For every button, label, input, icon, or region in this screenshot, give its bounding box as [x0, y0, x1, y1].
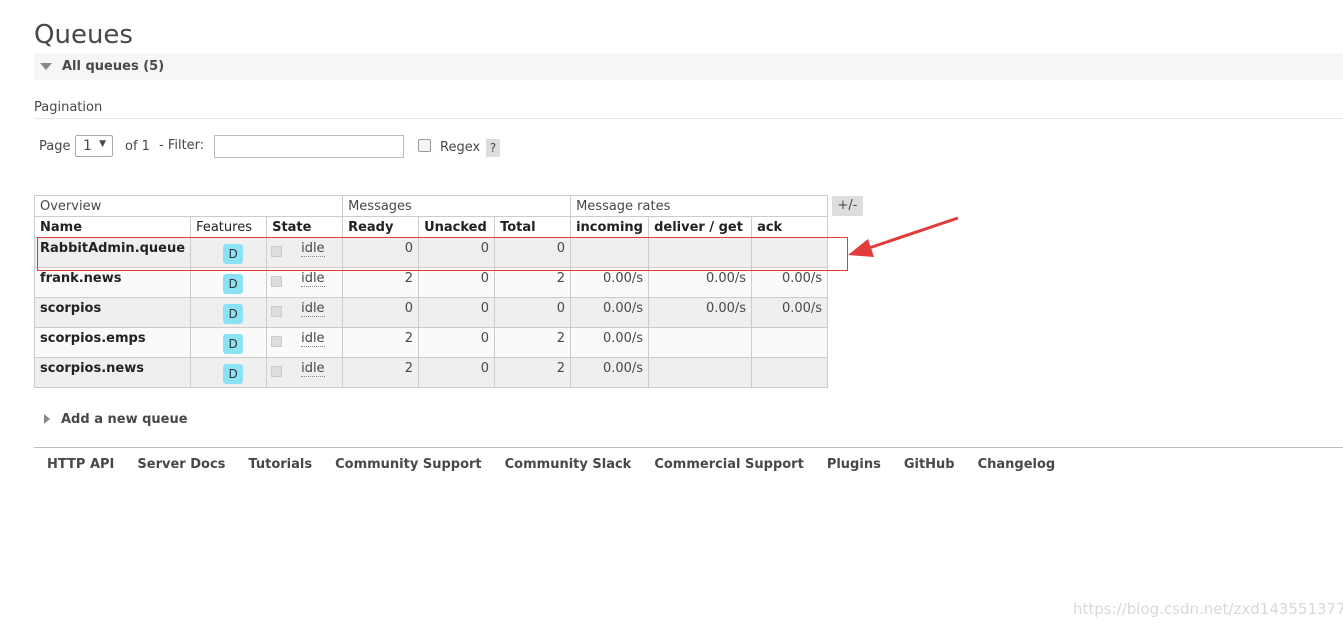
queue-name-link[interactable]: scorpios	[33, 297, 192, 328]
pagination-divider	[34, 118, 1343, 119]
page-of-label: of 1	[125, 139, 150, 154]
unacked-value: 0	[418, 267, 496, 298]
total-value: 2	[494, 327, 572, 358]
durable-badge: D	[223, 303, 244, 324]
regex-checkbox[interactable]	[418, 139, 431, 152]
footer-link-http-api[interactable]: HTTP API	[47, 457, 114, 472]
watermark: https://blog.csdn.net/zxd1435513775	[1073, 600, 1343, 618]
table-row[interactable]: scorpios.news D idle 2 0 2 0.00/s	[33, 357, 829, 388]
footer-link-commercial-support[interactable]: Commercial Support	[654, 457, 804, 472]
footer-link-server-docs[interactable]: Server Docs	[137, 457, 225, 472]
ready-value: 0	[342, 297, 420, 328]
col-ack[interactable]: ack	[751, 216, 829, 238]
col-total[interactable]: Total	[494, 216, 572, 238]
footer-divider	[34, 447, 1343, 448]
queue-name-link[interactable]: frank.news	[33, 267, 192, 298]
state-label: idle	[301, 361, 325, 377]
page-select-value: 1	[83, 138, 92, 154]
footer-link-tutorials[interactable]: Tutorials	[248, 457, 312, 472]
ack-value	[751, 327, 829, 358]
col-name[interactable]: Name	[33, 216, 192, 238]
deliver-value	[648, 357, 753, 388]
group-messages: Messages	[342, 195, 572, 217]
deliver-value: 0.00/s	[648, 297, 753, 328]
red-arrow-icon	[848, 216, 959, 257]
unacked-value: 0	[418, 327, 496, 358]
queues-table: Overview Messages Message rates Name Fea…	[33, 195, 829, 388]
unacked-value: 0	[418, 357, 496, 388]
footer-links: HTTP API Server Docs Tutorials Community Su…	[47, 457, 1078, 472]
chevron-down-icon: ▼	[99, 139, 106, 149]
col-unacked[interactable]: Unacked	[418, 216, 496, 238]
group-message-rates: Message rates	[570, 195, 829, 217]
col-incoming[interactable]: incoming	[570, 216, 650, 238]
state-label: idle	[301, 331, 325, 347]
col-deliver-get[interactable]: deliver / get	[648, 216, 753, 238]
table-row[interactable]: scorpios D idle 0 0 0 0.00/s 0.00/s 0.00…	[33, 297, 829, 328]
col-ready[interactable]: Ready	[342, 216, 420, 238]
highlight-box	[37, 237, 848, 271]
triangle-right-icon	[44, 414, 50, 424]
col-features: Features	[190, 216, 268, 238]
page-select[interactable]: 1 ▼	[75, 135, 113, 157]
footer-link-community-support[interactable]: Community Support	[335, 457, 482, 472]
pagination-label: Pagination	[34, 100, 103, 115]
ack-value: 0.00/s	[751, 267, 829, 298]
total-value: 2	[494, 357, 572, 388]
state-square-icon	[271, 366, 283, 377]
state-square-icon	[271, 276, 283, 287]
col-state[interactable]: State	[266, 216, 344, 238]
filter-label: - Filter:	[159, 138, 205, 153]
ready-value: 2	[342, 357, 420, 388]
incoming-value: 0.00/s	[570, 357, 650, 388]
incoming-value: 0.00/s	[570, 267, 650, 298]
durable-badge: D	[223, 363, 244, 384]
deliver-value	[648, 327, 753, 358]
footer-link-github[interactable]: GitHub	[904, 457, 955, 472]
state-square-icon	[271, 306, 283, 317]
filter-input[interactable]	[214, 135, 404, 158]
triangle-down-icon	[40, 63, 52, 70]
columns-toggle-button[interactable]: +/-	[832, 196, 863, 216]
add-queue-label: Add a new queue	[61, 412, 188, 427]
ready-value: 2	[342, 267, 420, 298]
footer-link-community-slack[interactable]: Community Slack	[505, 457, 632, 472]
table-row[interactable]: scorpios.emps D idle 2 0 2 0.00/s	[33, 327, 829, 358]
group-overview: Overview	[33, 195, 344, 217]
footer-link-plugins[interactable]: Plugins	[827, 457, 881, 472]
queue-name-link[interactable]: scorpios.emps	[33, 327, 192, 358]
table-row[interactable]: frank.news D idle 2 0 2 0.00/s 0.00/s 0.…	[33, 267, 829, 298]
total-value: 0	[494, 297, 572, 328]
ack-value: 0.00/s	[751, 297, 829, 328]
unacked-value: 0	[418, 297, 496, 328]
incoming-value: 0.00/s	[570, 297, 650, 328]
ready-value: 2	[342, 327, 420, 358]
regex-label: Regex	[440, 140, 481, 155]
state-square-icon	[271, 336, 283, 347]
durable-badge: D	[223, 273, 244, 294]
incoming-value: 0.00/s	[570, 327, 650, 358]
state-label: idle	[301, 271, 325, 287]
ack-value	[751, 357, 829, 388]
all-queues-toggle[interactable]: All queues (5)	[34, 53, 1343, 80]
page-label: Page	[39, 139, 71, 154]
deliver-value: 0.00/s	[648, 267, 753, 298]
page-title: Queues	[34, 20, 133, 50]
state-label: idle	[301, 301, 325, 317]
total-value: 2	[494, 267, 572, 298]
footer-link-changelog[interactable]: Changelog	[978, 457, 1056, 472]
durable-badge: D	[223, 333, 244, 354]
queue-name-link[interactable]: scorpios.news	[33, 357, 192, 388]
all-queues-label: All queues (5)	[62, 59, 165, 74]
regex-help-button[interactable]: ?	[486, 139, 500, 157]
